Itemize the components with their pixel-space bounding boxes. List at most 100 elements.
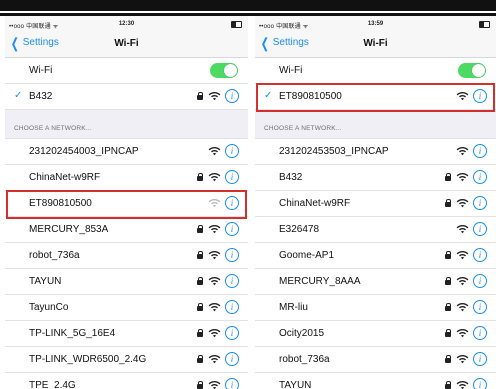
connected-network-row[interactable]: ✓ B432 i	[5, 84, 248, 110]
info-icon[interactable]: i	[225, 352, 239, 366]
info-icon[interactable]: i	[225, 196, 239, 210]
network-row[interactable]: Ocity2015 i	[255, 321, 496, 347]
network-icons: i	[444, 352, 487, 366]
info-icon[interactable]: i	[473, 326, 487, 340]
info-icon[interactable]: i	[473, 378, 487, 389]
section-header-label: CHOOSE A NETWORK...	[14, 125, 92, 132]
network-row[interactable]: ChinaNet-w9RF i	[255, 191, 496, 217]
toggle-knob	[472, 64, 485, 77]
info-icon[interactable]: i	[225, 144, 239, 158]
network-name: robot_736a	[279, 354, 330, 365]
lock-icon	[196, 326, 205, 340]
wifi-toggle-switch[interactable]	[458, 63, 486, 78]
info-icon[interactable]: i	[225, 326, 239, 340]
status-bar: ••ooo 中国联通 ᯤ 13:59	[255, 16, 496, 32]
network-name: B432	[279, 172, 303, 183]
info-icon[interactable]: i	[473, 274, 487, 288]
network-row[interactable]: MERCURY_8AAA i	[255, 269, 496, 295]
network-row[interactable]: robot_736a i	[5, 243, 248, 269]
wifi-signal-icon	[456, 329, 469, 338]
wifi-toggle-switch[interactable]	[210, 63, 238, 78]
network-row[interactable]: 231202454003_IPNCAP i	[5, 139, 248, 165]
checkmark-icon: ✓	[264, 90, 273, 101]
wifi-signal-icon	[456, 225, 469, 234]
info-icon[interactable]: i	[473, 352, 487, 366]
lock-icon	[196, 274, 205, 288]
info-icon[interactable]: i	[225, 274, 239, 288]
network-name: MERCURY_853A	[29, 224, 109, 235]
network-icons: i	[196, 378, 239, 389]
lock-icon	[196, 378, 205, 389]
network-row[interactable]: E326478 i	[255, 217, 496, 243]
wifi-signal-icon	[456, 303, 469, 312]
network-row[interactable]: TP-LINK_5G_16E4 i	[5, 321, 248, 347]
network-name: TayunCo	[29, 302, 69, 313]
checkmark-icon: ✓	[14, 90, 23, 101]
wifi-toggle-label: Wi-Fi	[279, 65, 303, 76]
network-name: 231202454003_IPNCAP	[29, 146, 139, 157]
status-bar: ••ooo 中国联通 ᯤ 12:30	[5, 16, 248, 32]
wifi-toggle-row: Wi-Fi	[5, 58, 248, 84]
network-row[interactable]: robot_736a i	[255, 347, 496, 373]
info-icon[interactable]: i	[225, 248, 239, 262]
info-icon[interactable]: i	[225, 300, 239, 314]
lock-icon	[444, 196, 453, 210]
info-icon[interactable]: i	[225, 222, 239, 236]
info-icon[interactable]: i	[473, 170, 487, 184]
network-row[interactable]: ChinaNet-w9RF i	[5, 165, 248, 191]
network-icons: i	[444, 300, 487, 314]
wifi-signal-icon	[208, 147, 221, 156]
info-icon[interactable]: i	[473, 196, 487, 210]
network-row[interactable]: MR-liu i	[255, 295, 496, 321]
info-icon[interactable]: i	[473, 248, 487, 262]
wifi-signal-icon	[208, 92, 221, 101]
left-wifi-screen: ••ooo 中国联通 ᯤ 12:30 ❮ Settings Wi-Fi Wi-Fi ✓ B43…	[5, 16, 248, 389]
info-icon[interactable]: i	[473, 300, 487, 314]
network-row[interactable]: Goome-AP1 i	[255, 243, 496, 269]
wifi-signal-icon	[456, 173, 469, 182]
network-row[interactable]: TAYUN i	[5, 269, 248, 295]
top-divider-line	[0, 11, 496, 13]
network-row[interactable]: ET890810500 i	[5, 191, 248, 217]
network-row[interactable]: 231202453503_IPNCAP i	[255, 139, 496, 165]
lock-icon	[196, 170, 205, 184]
network-row[interactable]: TPE_2.4G i	[5, 373, 248, 389]
network-icons: i	[208, 196, 239, 210]
wifi-signal-icon	[208, 225, 221, 234]
network-name: robot_736a	[29, 250, 80, 261]
network-row[interactable]: MERCURY_853A i	[5, 217, 248, 243]
network-row[interactable]: TP-LINK_WDR6500_2.4G i	[5, 347, 248, 373]
wifi-signal-icon	[208, 303, 221, 312]
connected-network-name: ET890810500	[279, 91, 342, 102]
lock-icon	[444, 248, 453, 262]
navigation-bar: ❮ Settings Wi-Fi	[5, 32, 248, 58]
lock-icon	[444, 274, 453, 288]
network-row[interactable]: B432 i	[255, 165, 496, 191]
info-icon[interactable]: i	[225, 378, 239, 389]
network-row[interactable]: TAYUN i	[255, 373, 496, 389]
navigation-bar: ❮ Settings Wi-Fi	[255, 32, 496, 58]
connected-network-row[interactable]: ✓ ET890810500 i	[255, 84, 496, 110]
network-icons: i	[444, 274, 487, 288]
network-icons: i	[196, 248, 239, 262]
network-icons: i	[444, 326, 487, 340]
page-title: Wi-Fi	[114, 38, 139, 49]
network-row[interactable]: TayunCo i	[5, 295, 248, 321]
network-icons: i	[196, 222, 239, 236]
info-icon[interactable]: i	[225, 170, 239, 184]
wifi-toggle-row: Wi-Fi	[255, 58, 496, 84]
wifi-signal-icon	[208, 199, 221, 208]
network-name: TAYUN	[29, 276, 62, 287]
network-icons: i	[196, 326, 239, 340]
connected-network-name: B432	[29, 91, 53, 102]
wifi-signal-icon	[456, 199, 469, 208]
info-icon[interactable]: i	[473, 89, 487, 103]
info-icon[interactable]: i	[473, 222, 487, 236]
battery-icon	[231, 21, 242, 28]
info-icon[interactable]: i	[473, 144, 487, 158]
network-icons: i	[196, 300, 239, 314]
lock-icon	[444, 300, 453, 314]
network-name: MR-liu	[279, 302, 308, 313]
network-name: TAYUN	[279, 380, 312, 389]
info-icon[interactable]: i	[225, 89, 239, 103]
